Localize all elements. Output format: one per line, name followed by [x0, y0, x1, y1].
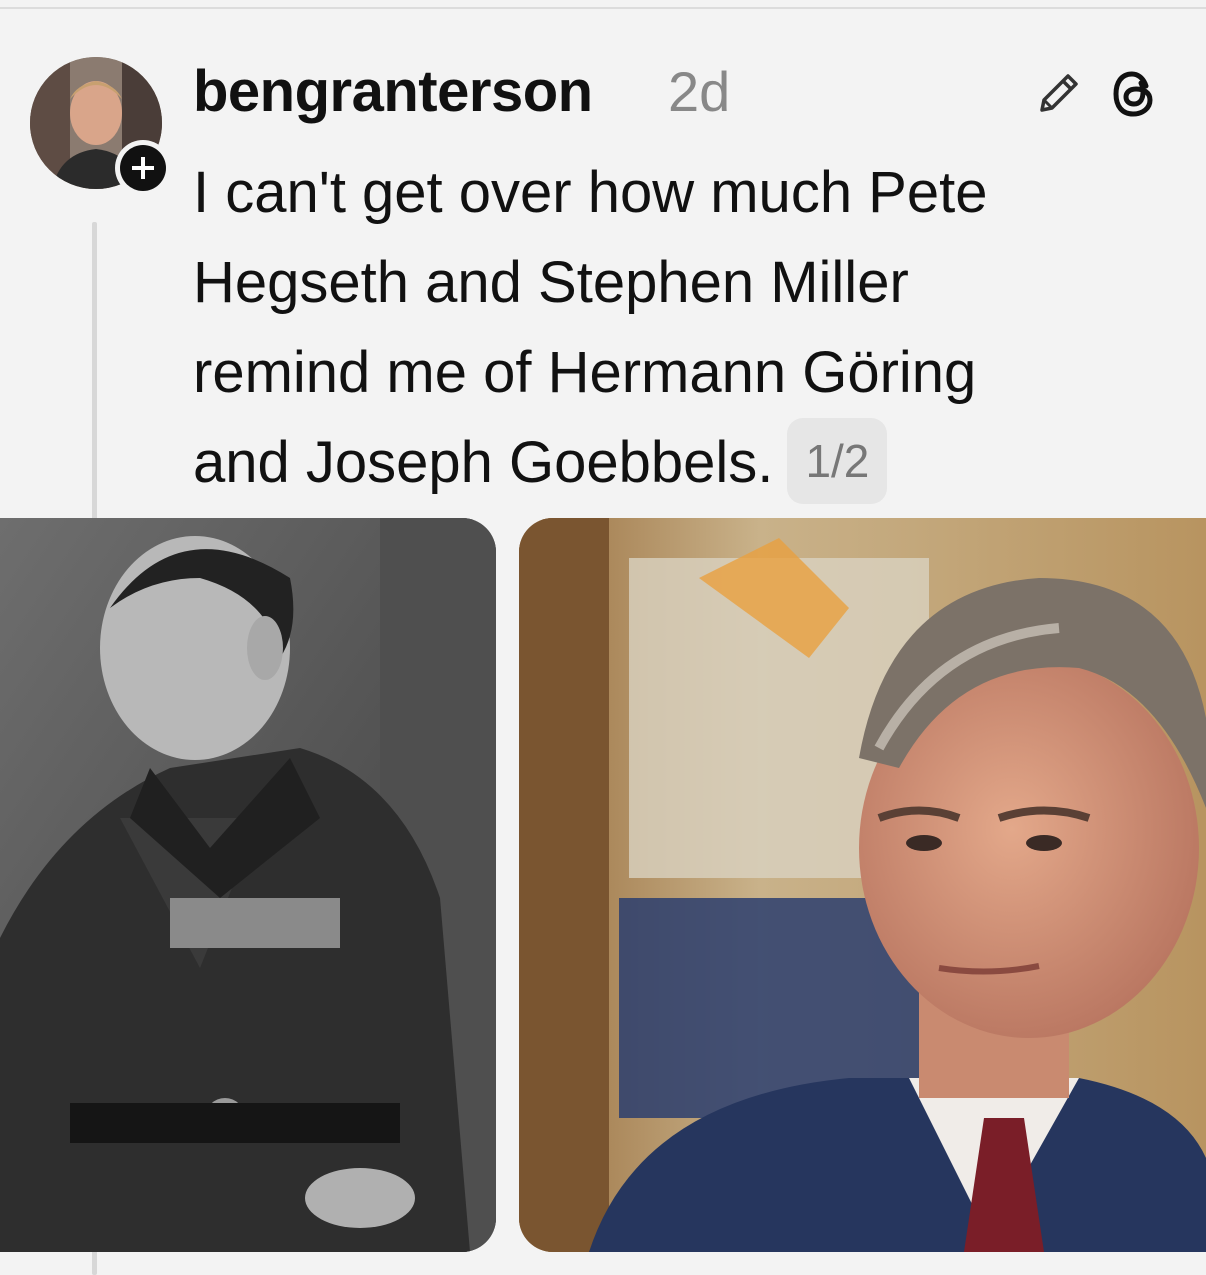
post-body: I can't get over how much Pete Hegseth a… — [193, 148, 1153, 510]
timestamp: 2d — [668, 60, 731, 123]
post-text-line: and Joseph Goebbels. — [193, 430, 774, 495]
username[interactable]: bengranterson — [193, 52, 593, 132]
post-text-line: Hegseth and Stephen Miller — [193, 250, 909, 315]
follow-button[interactable] — [115, 140, 171, 196]
post-image-left[interactable] — [0, 518, 496, 1252]
divider — [0, 7, 1206, 9]
threads-logo-icon[interactable] — [1108, 68, 1160, 120]
post-text-line: remind me of Hermann Göring — [193, 340, 977, 405]
post-image-right[interactable] — [519, 518, 1206, 1252]
threads-post: bengranterson 2d I can't get over how mu… — [0, 0, 1206, 1275]
pencil-icon[interactable] — [1034, 68, 1084, 118]
post-text-line: I can't get over how much Pete — [193, 160, 988, 225]
thread-counter-badge: 1/2 — [787, 417, 888, 504]
post-text-line-last: and Joseph Goebbels. 1/2 — [193, 417, 1153, 510]
plus-icon — [120, 145, 166, 191]
